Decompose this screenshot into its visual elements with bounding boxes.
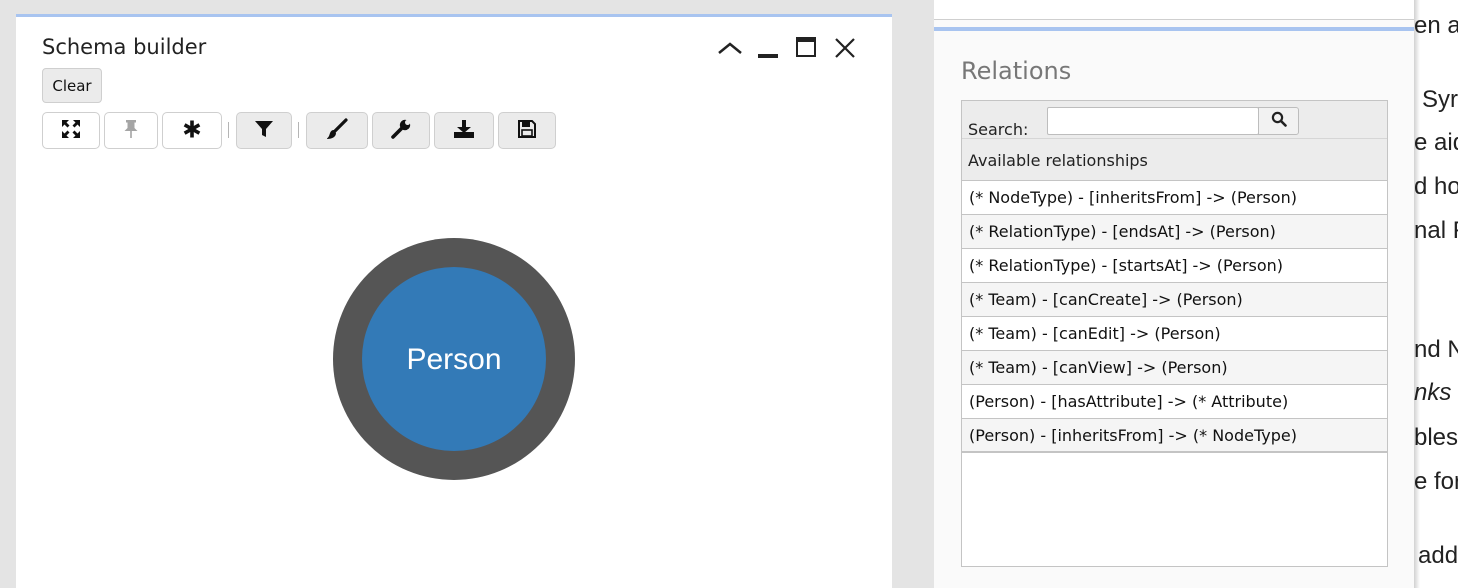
text-fragment: e for <box>1414 468 1458 495</box>
fit-view-button[interactable] <box>42 112 100 149</box>
search-label: Search: <box>968 120 1029 139</box>
text-fragment: Syr <box>1422 86 1458 113</box>
toolbar-divider <box>298 122 299 138</box>
panel-title: Relations <box>961 57 1072 85</box>
toolbar-divider <box>228 122 229 138</box>
search-icon <box>1271 111 1287 131</box>
filter-button[interactable] <box>236 112 292 149</box>
node-label: Person <box>406 343 501 376</box>
pin-button[interactable] <box>104 112 158 149</box>
asterisk-icon <box>182 119 202 143</box>
text-fragment: bles <box>1414 424 1458 451</box>
settings-button[interactable] <box>372 112 430 149</box>
list-header: Available relationships <box>962 139 1387 181</box>
relationship-item[interactable]: (* Team) - [canView] -> (Person) <box>962 351 1387 385</box>
search-button[interactable] <box>1258 107 1299 135</box>
wrench-icon <box>390 118 412 144</box>
relations-panel: Relations Search: Available relationship… <box>934 0 1414 588</box>
minimize-icon[interactable] <box>754 33 782 63</box>
relationship-item[interactable]: (* Team) - [canCreate] -> (Person) <box>962 283 1387 317</box>
text-fragment: nal F <box>1414 217 1458 244</box>
save-icon <box>517 119 537 143</box>
window-title: Schema builder <box>42 35 207 59</box>
relations-box: Search: Available relationships (* NodeT… <box>961 100 1388 567</box>
collapse-icon[interactable] <box>716 33 744 63</box>
relationship-item[interactable]: (* RelationType) - [startsAt] -> (Person… <box>962 249 1387 283</box>
pin-icon <box>123 119 139 143</box>
text-fragment: en a <box>1414 12 1458 39</box>
download-icon <box>453 119 475 143</box>
relationship-item[interactable]: (* RelationType) - [endsAt] -> (Person) <box>962 215 1387 249</box>
maximize-icon[interactable] <box>792 33 820 63</box>
text-fragment: add <box>1418 542 1458 569</box>
clear-button[interactable]: Clear <box>42 68 102 103</box>
search-input[interactable] <box>1047 107 1259 135</box>
text-fragment: e aid <box>1414 129 1458 156</box>
filter-icon <box>254 119 274 143</box>
relationship-item[interactable]: (* NodeType) - [inheritsFrom] -> (Person… <box>962 181 1387 215</box>
relationship-item[interactable]: (Person) - [hasAttribute] -> (* Attribut… <box>962 385 1387 419</box>
close-icon[interactable] <box>831 33 859 63</box>
relationship-list: (* NodeType) - [inheritsFrom] -> (Person… <box>962 181 1387 453</box>
expand-arrows-icon <box>61 119 81 143</box>
panel-accent-line <box>934 27 1414 31</box>
relationship-item[interactable]: (* Team) - [canEdit] -> (Person) <box>962 317 1387 351</box>
search-row: Search: <box>962 101 1387 139</box>
relationship-item[interactable]: (Person) - [inheritsFrom] -> (* NodeType… <box>962 419 1387 453</box>
panel-shadow <box>1414 0 1420 588</box>
download-button[interactable] <box>434 112 494 149</box>
schema-builder-window: Schema builder Clear Person <box>16 14 892 588</box>
background-page-text: en a Syr e aid d ho nal F nd N nks bles … <box>1414 0 1458 588</box>
graph-node-person[interactable]: Person <box>332 237 576 485</box>
text-fragment: d ho <box>1414 173 1458 200</box>
paintbrush-icon <box>326 117 348 144</box>
save-button[interactable] <box>498 112 556 149</box>
style-button[interactable] <box>306 112 368 149</box>
text-fragment: nd N <box>1414 336 1458 363</box>
panel-top-bar <box>934 0 1414 20</box>
select-all-button[interactable] <box>162 112 222 149</box>
